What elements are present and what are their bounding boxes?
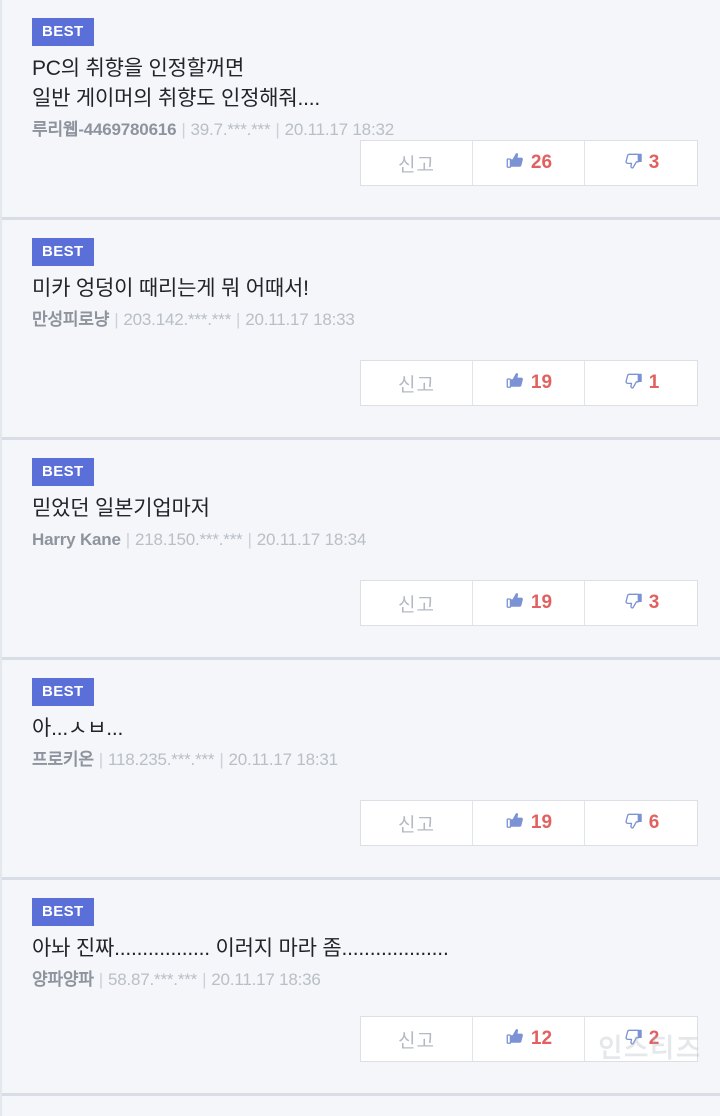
comment-meta: 루리웹-4469780616 | 39.7.***.*** | 20.11.17 18:… [32, 120, 698, 140]
dislike-count: 2 [648, 1028, 660, 1049]
comment-card: BEST 아...ㅅㅂ... 프로키온 | 118.235.***.*** | 20.1… [2, 660, 720, 880]
thumbs-down-icon [623, 150, 644, 177]
thumbs-up-icon [505, 810, 526, 837]
meta-separator: | [219, 749, 224, 769]
comment-text: PC의 취향을 인정할꺼면 일반 게이머의 취향도 인정해줘.... [32, 57, 321, 110]
comment-author: 양파양파 [32, 969, 94, 989]
meta-separator: | [202, 969, 207, 989]
thumbs-down-icon [623, 590, 644, 617]
like-button[interactable]: 19 [473, 801, 585, 845]
report-button[interactable]: 신고 [361, 801, 473, 845]
dislike-button[interactable]: 3 [585, 581, 697, 625]
best-badge: BEST [32, 18, 94, 46]
like-count: 19 [530, 592, 553, 613]
comment-ip: 58.87.***.*** [107, 969, 198, 989]
best-badge: BEST [32, 898, 94, 926]
meta-separator: | [98, 749, 103, 769]
report-button[interactable]: 신고 [361, 1017, 473, 1061]
comment-action-bar: 신고 19 1 [360, 360, 698, 406]
comment-card: BEST 믿었던 일본기업마저 Harry Kane | 218.150.***.*… [2, 440, 720, 660]
best-badge: BEST [32, 458, 94, 486]
comment-meta: 프로키온 | 118.235.***.*** | 20.11.17 18:31 [32, 750, 698, 770]
like-count: 19 [530, 812, 553, 833]
like-button[interactable]: 26 [473, 141, 585, 185]
report-label: 신고 [398, 1030, 435, 1052]
comment-action-bar: 신고 12 2 [360, 1016, 698, 1062]
thumbs-down-icon [623, 1026, 644, 1053]
report-label: 신고 [398, 154, 435, 176]
thumbs-down-icon [623, 370, 644, 397]
dislike-button[interactable]: 3 [585, 141, 697, 185]
comment-timestamp: 20.11.17 18:33 [245, 309, 355, 329]
meta-separator: | [181, 119, 186, 139]
report-button[interactable]: 신고 [361, 141, 473, 185]
report-button[interactable]: 신고 [361, 581, 473, 625]
comment-card: BEST 미카 엉덩이 때리는게 뭐 어때서! 만성피로냥 | 203.142.**… [2, 220, 720, 440]
best-badge: BEST [32, 678, 94, 706]
comment-author: Harry Kane [32, 529, 121, 549]
dislike-count: 3 [648, 592, 660, 613]
comment-meta: Harry Kane | 218.150.***.*** | 20.11.17 18:3… [32, 530, 698, 550]
comment-author: 프로키온 [32, 749, 94, 769]
like-button[interactable]: 12 [473, 1017, 585, 1061]
comment-ip: 203.142.***.*** [123, 309, 232, 329]
thumbs-up-icon [505, 150, 526, 177]
comment-timestamp: 20.11.17 18:34 [256, 529, 367, 549]
meta-separator: | [236, 309, 241, 329]
thumbs-up-icon [505, 590, 526, 617]
comment-action-bar: 신고 26 3 [360, 140, 698, 186]
dislike-button[interactable]: 1 [585, 361, 697, 405]
comment-meta: 만성피로냥 | 203.142.***.*** | 20.11.17 18:33 [32, 310, 698, 330]
meta-separator: | [247, 529, 252, 549]
report-label: 신고 [398, 374, 435, 396]
comment-timestamp: 20.11.17 18:36 [211, 969, 321, 989]
report-button[interactable]: 신고 [361, 361, 473, 405]
like-button[interactable]: 19 [473, 581, 585, 625]
comment-text: 미카 엉덩이 때리는게 뭐 어때서! [32, 277, 309, 300]
dislike-button[interactable]: 2 [585, 1017, 697, 1061]
comment-list: BEST PC의 취향을 인정할꺼면 일반 게이머의 취향도 인정해줘.... … [0, 0, 720, 1116]
report-label: 신고 [398, 594, 435, 616]
meta-separator: | [98, 969, 103, 989]
comment-timestamp: 20.11.17 18:32 [284, 119, 395, 139]
dislike-count: 6 [648, 812, 660, 833]
comment-action-bar: 신고 19 3 [360, 580, 698, 626]
comment-text: 아...ㅅㅂ... [32, 717, 124, 740]
meta-separator: | [275, 119, 280, 139]
thumbs-up-icon [505, 1026, 526, 1053]
comment-timestamp: 20.11.17 18:31 [228, 749, 339, 769]
comment-author: 루리웹-4469780616 [32, 119, 177, 139]
like-count: 12 [530, 1028, 553, 1049]
thumbs-up-icon [505, 370, 526, 397]
comment-meta: 양파양파 | 58.87.***.*** | 20.11.17 18:36 [32, 970, 698, 990]
like-count: 19 [530, 372, 553, 393]
like-button[interactable]: 19 [473, 361, 585, 405]
comment-card: BEST PC의 취향을 인정할꺼면 일반 게이머의 취향도 인정해줘.... … [2, 0, 720, 220]
dislike-count: 3 [648, 152, 660, 173]
comment-ip: 218.150.***.*** [134, 529, 243, 549]
dislike-count: 1 [648, 372, 660, 393]
like-count: 26 [530, 152, 553, 173]
dislike-button[interactable]: 6 [585, 801, 697, 845]
comment-card: BEST 아놔 진짜................. 이러지 마라 좀....… [2, 880, 720, 1096]
meta-separator: | [125, 529, 130, 549]
comment-author: 만성피로냥 [32, 309, 110, 329]
meta-separator: | [114, 309, 119, 329]
comment-text: 믿었던 일본기업마저 [32, 497, 210, 520]
comment-action-bar: 신고 19 6 [360, 800, 698, 846]
best-badge: BEST [32, 238, 94, 266]
report-label: 신고 [398, 814, 435, 836]
comment-text: 아놔 진짜................. 이러지 마라 좀.........… [32, 937, 449, 960]
comment-ip: 39.7.***.*** [190, 119, 271, 139]
thumbs-down-icon [623, 810, 644, 837]
comment-ip: 118.235.***.*** [107, 749, 215, 769]
